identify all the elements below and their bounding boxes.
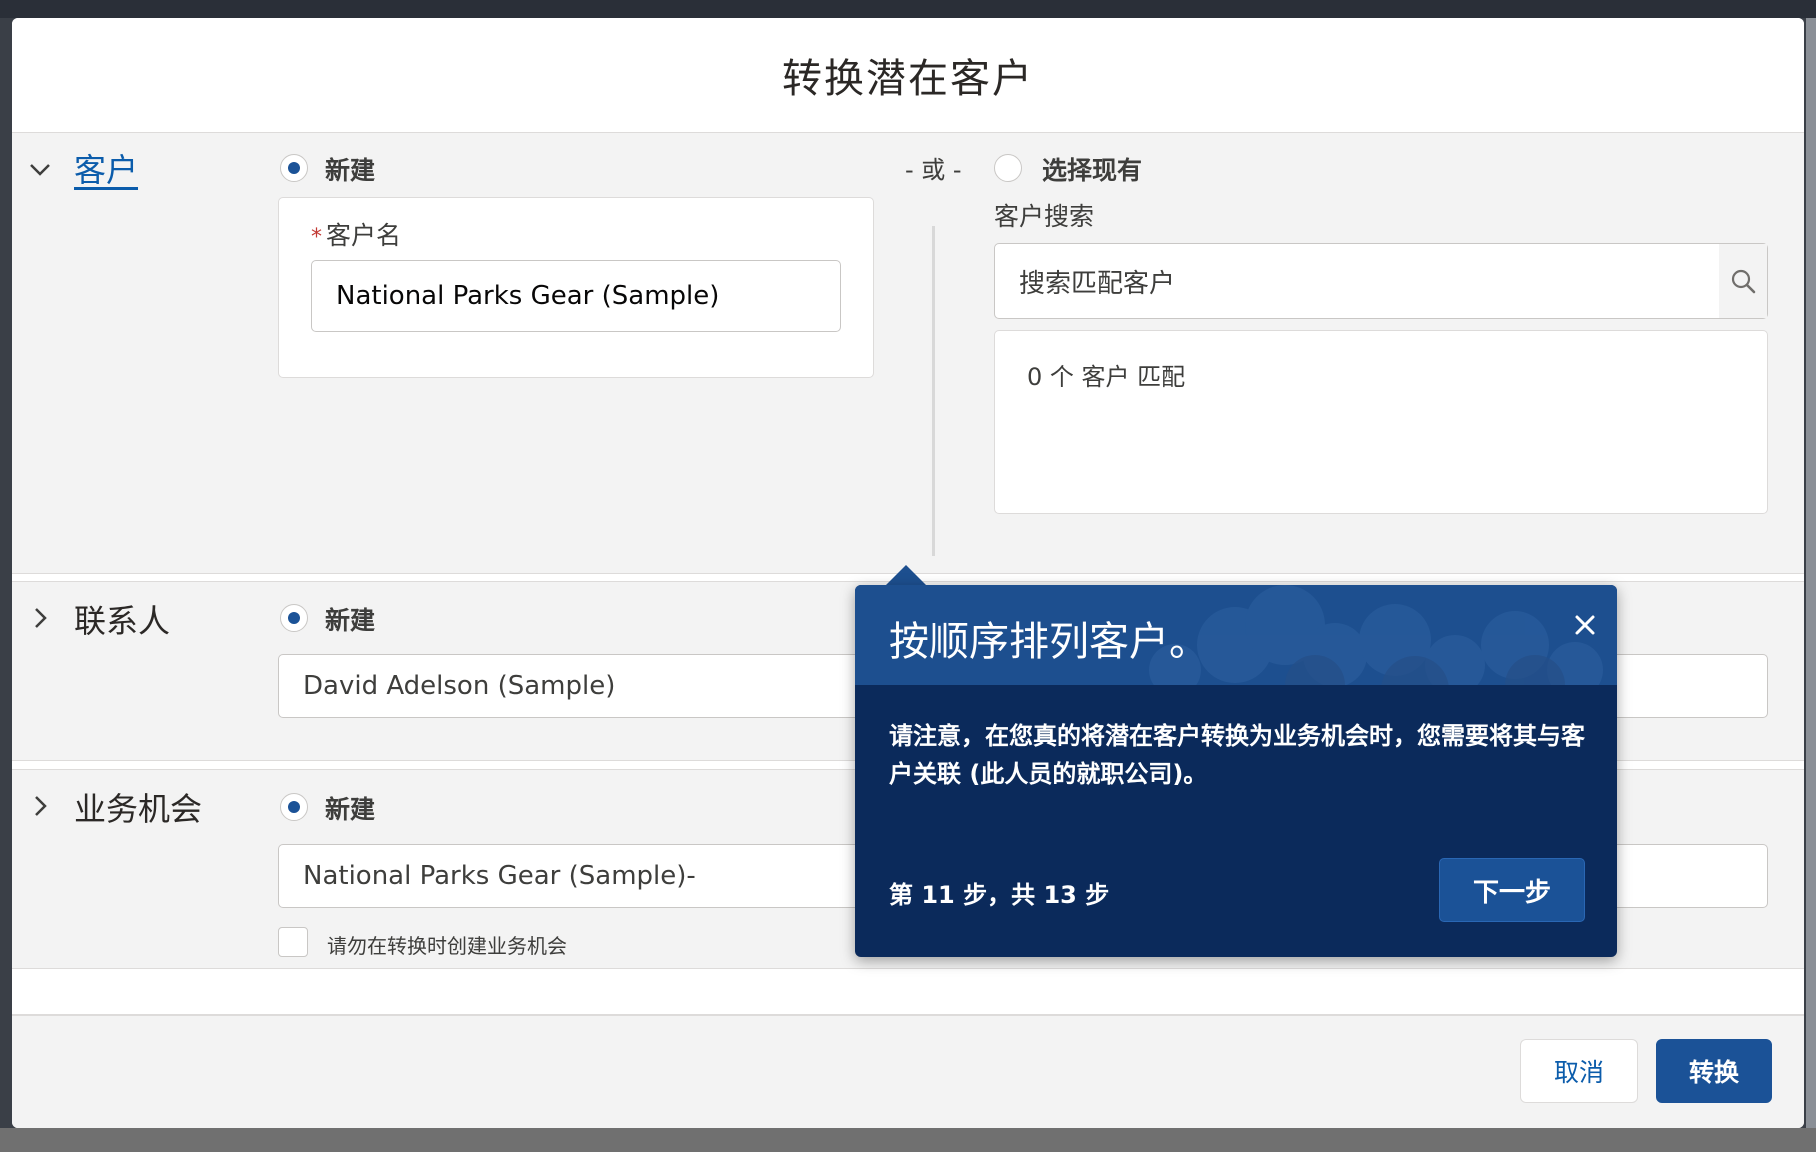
or-separator: - 或 - [905,156,962,184]
background-app-footer [0,1128,1816,1152]
walkthrough-popover: 按顺序排列客户。 请注意，在您真的将潜在客户转换为业务机会时，您需要将其与客户关… [855,585,1617,957]
account-existing-label: 选择现有 [1042,156,1143,185]
account-new-card: * 客户名 National Parks Gear (Sample) [278,197,874,378]
cancel-button[interactable]: 取消 [1520,1039,1638,1103]
popover-step-counter: 第 11 步，共 13 步 [889,881,1110,909]
modal-header: 转换潜在客户 [12,18,1804,133]
account-divider [932,226,935,556]
contact-section-title[interactable]: 联系人 [74,596,170,642]
next-step-button[interactable]: 下一步 [1439,858,1585,922]
popover-body: 请注意，在您真的将潜在客户转换为业务机会时，您需要将其与客户关联 (此人员的就职… [889,722,1585,788]
account-search-label: 客户搜索 [994,202,1095,231]
no-opportunity-checkbox[interactable] [278,927,308,957]
opportunity-new-radio[interactable] [280,793,308,821]
opportunity-section-title[interactable]: 业务机会 [74,784,202,830]
modal-title: 转换潜在客户 [782,56,1034,102]
chevron-right-icon[interactable] [26,604,54,632]
modal-footer: 取消 转换 [12,1014,1804,1128]
popover-title: 按顺序排列客户。 [889,619,1209,665]
convert-button[interactable]: 转换 [1656,1039,1772,1103]
account-name-label: * 客户名 [311,221,402,250]
account-search-input[interactable]: 搜索匹配客户 [994,243,1768,319]
account-name-input[interactable]: National Parks Gear (Sample) [311,260,841,332]
account-existing-radio[interactable] [994,154,1022,182]
contact-new-label: 新建 [325,606,376,635]
account-new-radio[interactable] [280,154,308,182]
popover-pointer [884,565,928,587]
account-match-results: 0 个 客户 匹配 [994,330,1768,514]
account-new-label: 新建 [325,156,376,185]
opportunity-new-label: 新建 [325,795,376,824]
search-icon[interactable] [1719,244,1767,318]
chevron-down-icon[interactable] [26,155,54,183]
background-app-edge [1806,18,1816,1128]
chevron-right-icon[interactable] [26,792,54,820]
close-icon[interactable] [1567,607,1603,643]
account-match-count: 0 个 客户 匹配 [1027,363,1186,391]
account-section-title[interactable]: 客户 [74,145,138,191]
background-app-bar [0,0,1816,18]
popover-header: 按顺序排列客户。 [855,585,1617,685]
no-opportunity-label: 请勿在转换时创建业务机会 [327,934,567,958]
account-section: 客户 新建 - 或 - 选择现有 * 客户名 National Parks Gea… [12,133,1804,574]
contact-new-radio[interactable] [280,604,308,632]
